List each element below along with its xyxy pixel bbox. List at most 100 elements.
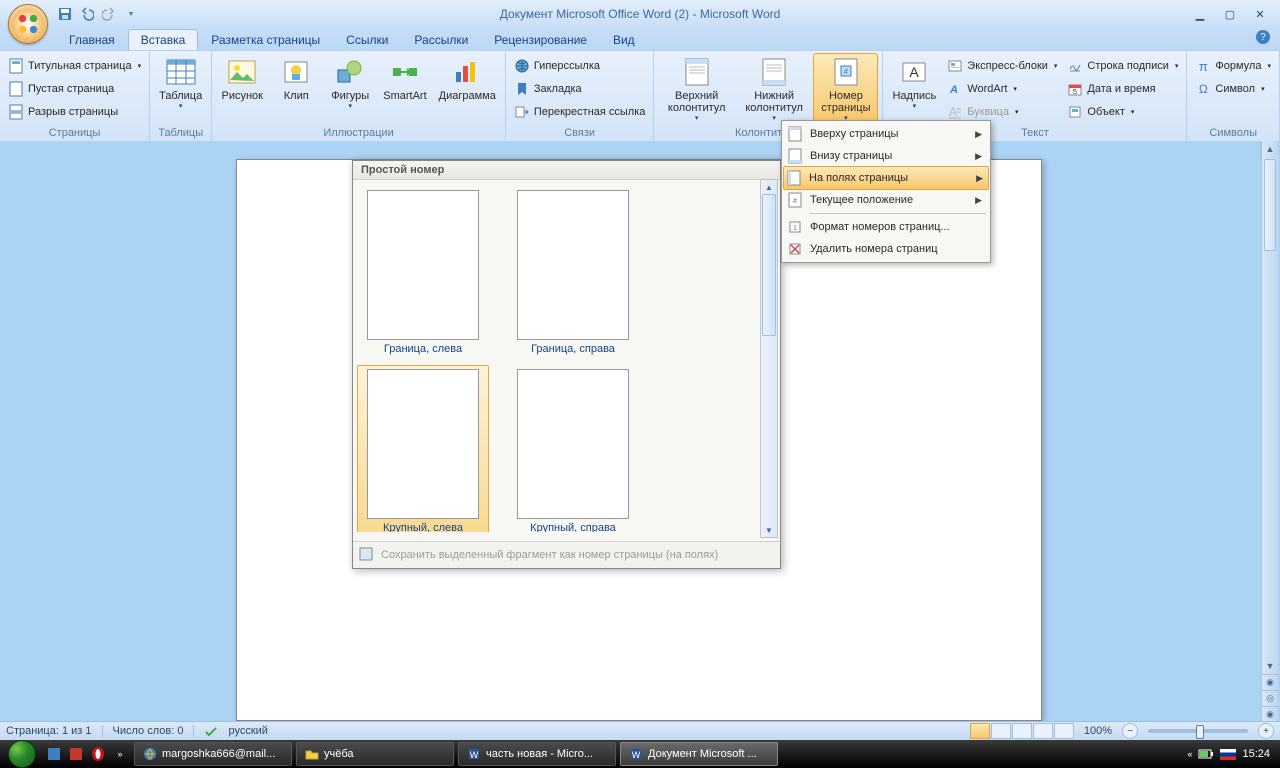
scroll-thumb[interactable] <box>1264 159 1276 251</box>
zoom-slider[interactable] <box>1148 729 1248 733</box>
maximize-button[interactable]: ▢ <box>1218 6 1242 22</box>
zoom-in-button[interactable]: + <box>1258 723 1274 739</box>
pn-page-margins[interactable]: На полях страницы▶ <box>783 166 989 190</box>
opera-icon[interactable] <box>88 744 108 764</box>
language-flag-icon[interactable] <box>1220 749 1236 760</box>
scroll-down-icon[interactable]: ▼ <box>761 523 777 537</box>
pn-current-position[interactable]: #Текущее положение▶ <box>784 189 988 211</box>
tray-battery-icon[interactable] <box>1198 749 1214 759</box>
pn-remove[interactable]: Удалить номера страниц <box>784 238 988 260</box>
bookmark-button[interactable]: Закладка <box>510 78 650 100</box>
signature-button[interactable]: Строка подписи▾ <box>1063 55 1182 77</box>
table-icon <box>165 56 197 88</box>
gallery-item-border-left[interactable]: Граница, слева <box>357 186 489 359</box>
shapes-icon <box>334 56 366 88</box>
scroll-up-icon[interactable]: ▲ <box>1262 141 1278 157</box>
task-word1[interactable]: Wчасть новая - Micro... <box>458 742 616 766</box>
spellcheck-icon[interactable] <box>204 724 218 738</box>
zoom-out-button[interactable]: − <box>1122 723 1138 739</box>
pn-top-of-page[interactable]: Вверху страницы▶ <box>784 123 988 145</box>
save-icon[interactable] <box>56 5 74 23</box>
scroll-down-icon[interactable]: ▼ <box>1262 658 1278 674</box>
ql-more[interactable]: » <box>110 744 130 764</box>
status-words[interactable]: Число слов: 0 <box>113 725 184 737</box>
gallery-footer[interactable]: Сохранить выделенный фрагмент как номер … <box>353 541 780 568</box>
tab-references[interactable]: Ссылки <box>333 29 401 50</box>
status-language[interactable]: русский <box>228 725 267 737</box>
help-icon[interactable]: ? <box>1256 30 1270 44</box>
task-ie[interactable]: margoshka666@mail... <box>134 742 292 766</box>
gallery-item-large-left[interactable]: Крупный, слева <box>357 365 489 532</box>
header-button[interactable]: Верхний колонтитул▾ <box>658 53 735 125</box>
object-icon <box>1067 104 1083 120</box>
view-full-screen[interactable] <box>991 723 1011 739</box>
pn-bottom-of-page[interactable]: Внизу страницы▶ <box>784 145 988 167</box>
zoom-handle[interactable] <box>1196 725 1204 739</box>
pn-format[interactable]: 1Формат номеров страниц... <box>784 216 988 238</box>
view-web-layout[interactable] <box>1012 723 1032 739</box>
page-number-button[interactable]: #Номер страницы▾ <box>813 53 878 125</box>
status-page[interactable]: Страница: 1 из 1 <box>6 725 92 737</box>
task-word2[interactable]: WДокумент Microsoft ... <box>620 742 778 766</box>
blank-page-button[interactable]: Пустая страница <box>4 78 145 100</box>
view-outline[interactable] <box>1033 723 1053 739</box>
view-draft[interactable] <box>1054 723 1074 739</box>
tab-review[interactable]: Рецензирование <box>481 29 600 50</box>
redo-icon[interactable] <box>100 5 118 23</box>
prev-page-icon[interactable]: ◉ <box>1262 674 1278 690</box>
tab-mailings[interactable]: Рассылки <box>401 29 481 50</box>
tab-home[interactable]: Главная <box>56 29 128 50</box>
tray-more-icon[interactable]: « <box>1187 749 1192 759</box>
start-button[interactable] <box>4 740 40 768</box>
table-button[interactable]: Таблица▾ <box>154 53 207 125</box>
ql-item[interactable] <box>66 744 86 764</box>
wordart-button[interactable]: AWordArt▾ <box>943 78 1061 100</box>
group-links-label: Связи <box>510 126 650 141</box>
next-page-icon[interactable]: ◉ <box>1262 706 1278 722</box>
group-pages-label: Страницы <box>4 126 145 141</box>
datetime-button[interactable]: 5Дата и время <box>1063 78 1182 100</box>
cover-page-button[interactable]: Титульная страница▾ <box>4 55 145 77</box>
svg-text:5: 5 <box>1073 89 1077 96</box>
qat-more-icon[interactable]: ▼ <box>122 5 140 23</box>
thumb-icon <box>367 190 479 340</box>
svg-text:W: W <box>632 750 641 760</box>
tab-insert[interactable]: Вставка <box>128 29 199 50</box>
shapes-button[interactable]: Фигуры▾ <box>324 53 376 125</box>
browse-object-icon[interactable]: ◎ <box>1262 690 1278 706</box>
equation-button[interactable]: πФормула▾ <box>1191 55 1275 77</box>
task-folder[interactable]: учёба <box>296 742 454 766</box>
textbox-button[interactable]: AНадпись▾ <box>887 53 941 125</box>
gallery-scrollbar[interactable]: ▲▼ <box>760 179 778 538</box>
view-print-layout[interactable] <box>970 723 990 739</box>
office-button[interactable] <box>8 4 48 44</box>
page-current-icon: # <box>786 191 804 209</box>
smartart-button[interactable]: SmartArt <box>378 53 431 125</box>
page-break-button[interactable]: Разрыв страницы <box>4 101 145 123</box>
ql-item[interactable] <box>44 744 64 764</box>
picture-icon <box>226 56 258 88</box>
chart-button[interactable]: Диаграмма <box>434 53 501 125</box>
tab-page-layout[interactable]: Разметка страницы <box>198 29 333 50</box>
undo-icon[interactable] <box>78 5 96 23</box>
tray-clock[interactable]: 15:24 <box>1242 748 1270 760</box>
footer-button[interactable]: Нижний колонтитул▾ <box>737 53 811 125</box>
scroll-up-icon[interactable]: ▲ <box>761 180 777 194</box>
minimize-button[interactable]: ▁ <box>1188 6 1212 22</box>
object-button[interactable]: Объект▾ <box>1063 101 1182 123</box>
close-button[interactable]: ✕ <box>1248 6 1272 22</box>
blank-page-icon <box>8 81 24 97</box>
hyperlink-button[interactable]: Гиперссылка <box>510 55 650 77</box>
clip-button[interactable]: Клип <box>270 53 322 125</box>
vertical-scrollbar[interactable]: ▲ ▼ ◉◎◉ <box>1261 141 1278 722</box>
tab-view[interactable]: Вид <box>600 29 648 50</box>
page-number-icon: # <box>830 56 862 88</box>
picture-button[interactable]: Рисунок <box>216 53 268 125</box>
crossref-button[interactable]: Перекрестная ссылка <box>510 101 650 123</box>
gallery-item-border-right[interactable]: Граница, справа <box>507 186 639 359</box>
zoom-level[interactable]: 100% <box>1084 725 1112 737</box>
symbol-button[interactable]: ΩСимвол▾ <box>1191 78 1275 100</box>
scroll-thumb[interactable] <box>762 194 776 336</box>
quickparts-button[interactable]: Экспресс-блоки▾ <box>943 55 1061 77</box>
gallery-item-large-right[interactable]: Крупный, справа <box>507 365 639 532</box>
